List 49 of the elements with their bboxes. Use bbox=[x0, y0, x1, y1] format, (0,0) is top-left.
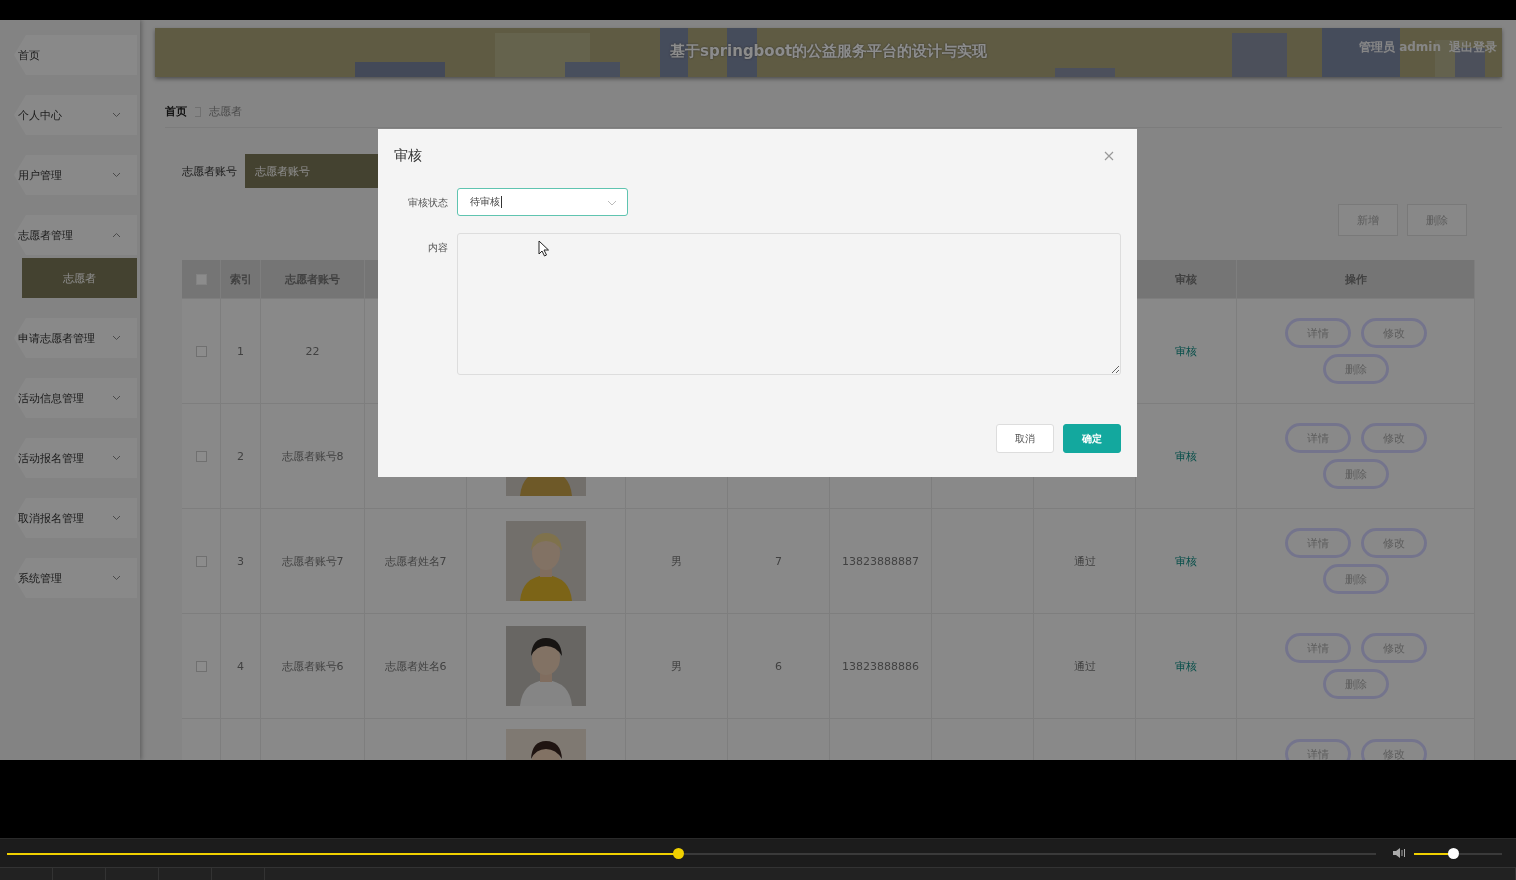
review-link[interactable]: 审核 bbox=[1175, 553, 1197, 569]
table-cell: 22 bbox=[305, 344, 320, 358]
site-title: 基于springboot的公益服务平台的设计与实现 bbox=[670, 42, 988, 61]
search-label: 志愿者账号 bbox=[182, 163, 237, 179]
volume-thumb[interactable] bbox=[1447, 847, 1459, 859]
chevron-down-icon bbox=[607, 200, 617, 206]
table-cell: 1 bbox=[237, 344, 244, 358]
field-label: 内容 bbox=[427, 241, 448, 255]
table-cell: 13823888887 bbox=[842, 554, 919, 568]
cursor-icon bbox=[538, 240, 550, 257]
table-cell: 13823888886 bbox=[842, 659, 919, 673]
sidebar-item[interactable]: 活动报名管理 bbox=[14, 438, 137, 478]
table-cell: 志愿者姓名7 bbox=[384, 553, 447, 569]
table-cell: 通过 bbox=[1073, 658, 1096, 674]
table-cell: 3 bbox=[237, 554, 244, 568]
field-label: 审核状态 bbox=[407, 196, 448, 210]
review-link[interactable]: 审核 bbox=[1175, 448, 1197, 464]
seek-thumb[interactable] bbox=[672, 847, 684, 859]
table-cell: 男 bbox=[671, 658, 682, 674]
table-cell: 志愿者姓名6 bbox=[384, 658, 447, 674]
sidebar-item[interactable]: 系统管理 bbox=[14, 558, 137, 598]
sidebar-subitem[interactable]: 志愿者 bbox=[22, 258, 137, 298]
sidebar-item[interactable]: 取消报名管理 bbox=[14, 498, 137, 538]
review-link[interactable]: 审核 bbox=[1175, 658, 1197, 674]
table-cell: 4 bbox=[237, 659, 244, 673]
user-label: 管理员 admin bbox=[1358, 39, 1441, 56]
checkbox[interactable] bbox=[195, 555, 207, 567]
volume-icon[interactable] bbox=[1392, 847, 1408, 859]
content-field[interactable] bbox=[457, 233, 1121, 375]
breadcrumb-home[interactable]: 首页 bbox=[165, 104, 187, 119]
sidebar-item[interactable]: 用户管理 bbox=[14, 155, 137, 195]
sidebar-item[interactable]: 志愿者管理 bbox=[14, 215, 137, 255]
close-icon[interactable] bbox=[1104, 151, 1114, 161]
checkbox[interactable] bbox=[195, 450, 207, 462]
table-cell: 通过 bbox=[1073, 553, 1096, 569]
cancel-button[interactable]: 取消 bbox=[996, 424, 1054, 453]
table-cell: 2 bbox=[237, 449, 244, 463]
table-cell: 男 bbox=[671, 553, 682, 569]
table-cell: 7 bbox=[775, 554, 782, 568]
checkbox[interactable] bbox=[195, 660, 207, 672]
sidebar-item[interactable]: 首页 bbox=[14, 35, 137, 75]
sidebar-item[interactable]: 活动信息管理 bbox=[14, 378, 137, 418]
sidebar-item[interactable]: 个人中心 bbox=[14, 95, 137, 135]
sidebar-item[interactable]: 申请志愿者管理 bbox=[14, 318, 137, 358]
status-select[interactable]: 待审核 bbox=[457, 188, 628, 216]
checkbox[interactable] bbox=[195, 345, 207, 357]
confirm-button[interactable]: 确定 bbox=[1063, 424, 1121, 453]
review-link[interactable]: 审核 bbox=[1175, 343, 1197, 359]
table-cell: 6 bbox=[775, 659, 782, 673]
